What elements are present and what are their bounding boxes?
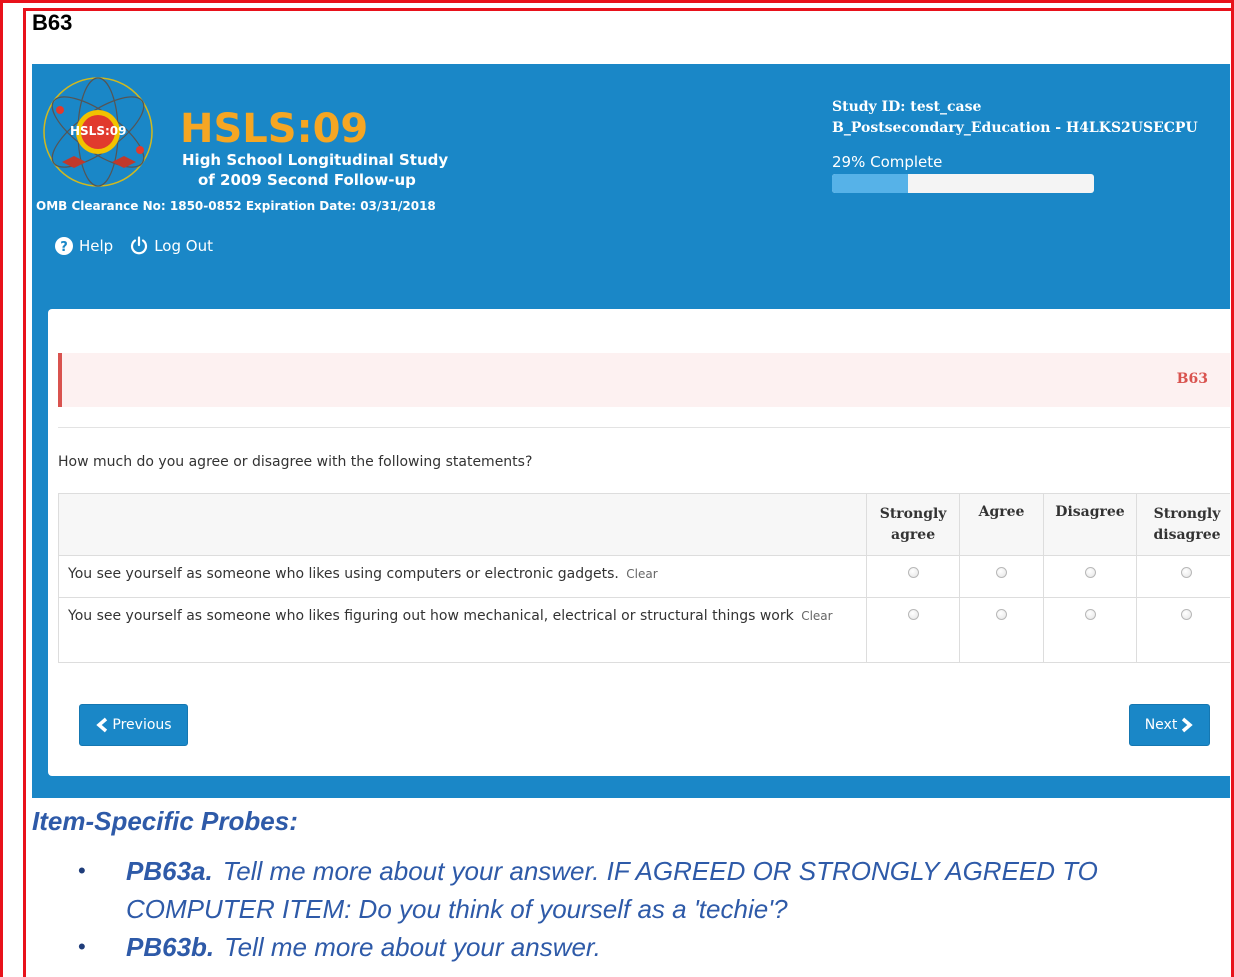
divider xyxy=(58,427,1230,428)
header-disagree: Disagree xyxy=(1043,493,1137,556)
help-label: Help xyxy=(79,237,114,255)
previous-button[interactable]: Previous xyxy=(79,704,188,746)
previous-label: Previous xyxy=(112,717,172,733)
brand-subtitle-line1: High School Longitudinal Study xyxy=(182,151,449,169)
logout-label: Log Out xyxy=(154,237,213,255)
study-id: Study ID: test_case xyxy=(832,99,982,115)
list-item: • PB63a. Tell me more about your answer. … xyxy=(78,852,1218,928)
chevron-left-icon xyxy=(96,717,108,733)
statement-text: You see yourself as someone who likes fi… xyxy=(68,608,794,624)
probe-code: PB63a. xyxy=(126,856,213,886)
clear-link[interactable]: Clear xyxy=(626,567,657,581)
table-row: You see yourself as someone who likes fi… xyxy=(57,597,1230,663)
radio-strongly-disagree[interactable] xyxy=(1181,567,1193,578)
hsls-logo-icon: HSLS:09 xyxy=(40,70,160,198)
radio-disagree[interactable] xyxy=(1084,567,1096,578)
statement-text: You see yourself as someone who likes us… xyxy=(68,566,619,582)
brand-title: HSLS:09 xyxy=(180,106,369,152)
header-agree: Agree xyxy=(959,493,1045,556)
radio-cell xyxy=(1135,597,1230,663)
next-label: Next xyxy=(1144,717,1178,733)
brand-subtitle-line2: of 2009 Second Follow-up xyxy=(198,171,416,189)
study-section: B_Postsecondary_Education - H4LKS2USECPU xyxy=(832,120,1198,136)
radio-cell xyxy=(866,555,961,598)
probe-text: Tell me more about your answer. xyxy=(224,932,601,962)
item-code: B63 xyxy=(1176,371,1208,387)
radio-agree[interactable] xyxy=(996,609,1008,620)
radio-cell xyxy=(1043,555,1137,598)
radio-cell xyxy=(959,555,1045,598)
probe-code: PB63b. xyxy=(126,932,215,962)
question-circle-icon: ? xyxy=(55,237,73,255)
survey-app: HSLS:09 HSLS:09 High School Longitudinal… xyxy=(32,64,1230,798)
radio-cell xyxy=(1135,555,1230,598)
logo-text: HSLS:09 xyxy=(70,124,127,138)
probe-list: • PB63a. Tell me more about your answer. … xyxy=(78,852,1218,966)
help-link[interactable]: ? Help xyxy=(54,236,113,256)
chevron-right-icon xyxy=(1182,717,1194,733)
logout-link[interactable]: Log Out xyxy=(129,236,213,256)
header-strongly-disagree: Strongly disagree xyxy=(1135,493,1230,556)
radio-strongly-agree[interactable] xyxy=(907,609,919,620)
box-label: B63 xyxy=(32,10,73,35)
header-blank xyxy=(57,493,868,556)
statement-cell: You see yourself as someone who likes us… xyxy=(57,555,868,598)
bullet-icon: • xyxy=(78,934,86,959)
svg-text:?: ? xyxy=(60,240,68,255)
probes-title: Item-Specific Probes: xyxy=(32,806,298,836)
radio-strongly-agree[interactable] xyxy=(907,567,919,578)
bullet-icon: • xyxy=(78,858,86,883)
radio-agree[interactable] xyxy=(996,567,1008,578)
omb-clearance: OMB Clearance No: 1850-0852 Expiration D… xyxy=(36,199,436,213)
question-text: How much do you agree or disagree with t… xyxy=(58,454,533,470)
list-item: • PB63b. Tell me more about your answer. xyxy=(78,928,1218,966)
study-info: Study ID: test_case B_Postsecondary_Educ… xyxy=(832,97,1198,139)
progress-fill xyxy=(832,174,908,193)
probe-text: Tell me more about your answer. IF AGREE… xyxy=(126,856,1098,924)
progress-bar xyxy=(832,174,1094,193)
radio-strongly-disagree[interactable] xyxy=(1181,609,1193,620)
grid-header-row: Strongly agree Agree Disagree Strongly dis… xyxy=(57,493,1230,556)
question-card: B63 How much do you agree or disagree wi… xyxy=(48,309,1230,776)
radio-cell xyxy=(1043,597,1137,663)
clear-link[interactable]: Clear xyxy=(801,609,832,623)
progress-label: 29% Complete xyxy=(832,153,943,171)
header-strongly-agree: Strongly agree xyxy=(866,493,961,556)
response-grid: Strongly agree Agree Disagree Strongly dis… xyxy=(57,493,1230,663)
next-button[interactable]: Next xyxy=(1129,704,1210,746)
power-icon xyxy=(131,236,148,255)
radio-cell xyxy=(866,597,961,663)
top-nav: ? Help Log Out xyxy=(54,236,229,256)
table-row: You see yourself as someone who likes us… xyxy=(57,555,1230,598)
radio-disagree[interactable] xyxy=(1084,609,1096,620)
radio-cell xyxy=(959,597,1045,663)
item-alert: B63 xyxy=(58,353,1230,407)
statement-cell: You see yourself as someone who likes fi… xyxy=(57,597,868,663)
